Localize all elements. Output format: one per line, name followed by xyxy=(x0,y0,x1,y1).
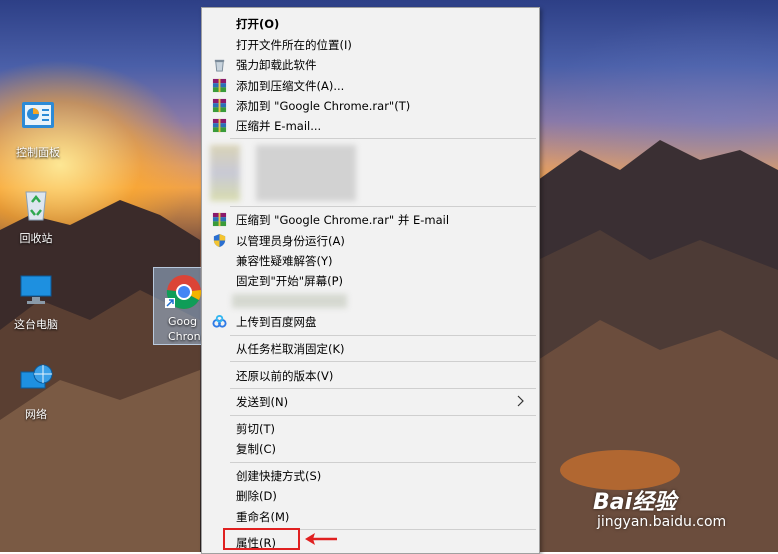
menu-item-label: 重命名(M) xyxy=(236,510,290,524)
menu-item-send-to[interactable]: 发送到(N) xyxy=(202,391,539,411)
menu-item-label: 压缩到 "Google Chrome.rar" 并 E-mail xyxy=(236,213,450,227)
desktop-icon-label: 回收站 xyxy=(19,232,53,245)
annotation-arrow-icon xyxy=(305,533,337,545)
menu-item-unpin-from-taskbar[interactable]: 从任务栏取消固定(K) xyxy=(202,338,539,358)
watermark-url: jingyan.baidu.com xyxy=(597,514,727,530)
desktop-icon-control-panel[interactable]: 控制面板 xyxy=(8,98,68,160)
menu-item-delete[interactable]: 删除(D) xyxy=(202,485,539,505)
menu-item-pin-to-start[interactable]: 固定到"开始"屏幕(P) xyxy=(202,270,539,290)
menu-item-label: 打开(O) xyxy=(236,17,280,31)
menu-separator xyxy=(230,206,536,207)
menu-item-run-as-admin[interactable]: 以管理员身份运行(A) xyxy=(202,230,539,250)
desktop-icon-label: 控制面板 xyxy=(16,146,60,159)
menu-item-compatibility[interactable]: 兼容性疑难解答(Y) xyxy=(202,250,539,270)
desktop-icon-recycle-bin[interactable]: 回收站 xyxy=(6,184,66,246)
menu-item-create-shortcut[interactable]: 创建快捷方式(S) xyxy=(202,465,539,485)
menu-item-label: 添加到 "Google Chrome.rar"(T) xyxy=(236,99,411,113)
menu-item-label: 以管理员身份运行(A) xyxy=(236,234,345,248)
menu-item-label: 强力卸载此软件 xyxy=(236,58,317,72)
control-panel-icon xyxy=(22,102,54,128)
menu-item-label: 上传到百度网盘 xyxy=(236,315,317,329)
menu-item-compress-and-email[interactable]: 压缩并 E-mail... xyxy=(202,115,539,135)
menu-item-cut[interactable]: 剪切(T) xyxy=(202,418,539,438)
menu-item-rename[interactable]: 重命名(M) xyxy=(202,506,539,526)
desktop-icon-label: 这台电脑 xyxy=(14,318,58,331)
menu-item-label: 打开文件所在的位置(I) xyxy=(236,38,352,52)
context-menu: 打开(O) 打开文件所在的位置(I) 强力卸载此软件 添加到压缩文件(A)...… xyxy=(201,7,540,554)
annotation-highlight-box xyxy=(223,528,300,550)
menu-item-add-to-rar[interactable]: 添加到 "Google Chrome.rar"(T) xyxy=(202,95,539,115)
blurred-menu-items xyxy=(208,143,358,203)
menu-item-compress-rar-and-email[interactable]: 压缩到 "Google Chrome.rar" 并 E-mail xyxy=(202,209,539,229)
menu-item-label: 删除(D) xyxy=(236,489,277,503)
menu-separator xyxy=(230,138,536,139)
menu-item-label: 创建快捷方式(S) xyxy=(236,469,322,483)
selected-icon-label-line2: Chron xyxy=(168,330,201,343)
desktop-icon-label: 网络 xyxy=(25,408,47,421)
menu-item-restore-previous-versions[interactable]: 还原以前的版本(V) xyxy=(202,365,539,385)
chrome-icon xyxy=(165,275,202,309)
network-icon xyxy=(20,364,53,389)
selected-icon-label-line1: Goog xyxy=(168,315,197,328)
desktop-icon-this-pc[interactable]: 这台电脑 xyxy=(6,270,66,332)
menu-separator xyxy=(230,388,536,389)
blurred-menu-item xyxy=(232,292,347,310)
menu-item-label: 从任务栏取消固定(K) xyxy=(236,342,345,356)
menu-item-label: 还原以前的版本(V) xyxy=(236,369,334,383)
menu-separator xyxy=(230,335,536,336)
trash-icon xyxy=(214,59,225,72)
menu-item-label: 剪切(T) xyxy=(236,422,275,436)
desktop-icon-network[interactable]: 网络 xyxy=(6,360,66,422)
menu-separator xyxy=(230,361,536,362)
menu-item-open[interactable]: 打开(O) xyxy=(202,13,539,33)
recycle-bin-icon xyxy=(25,191,47,221)
menu-item-label: 兼容性疑难解答(Y) xyxy=(236,254,333,268)
menu-item-copy[interactable]: 复制(C) xyxy=(202,438,539,458)
winrar-icon xyxy=(212,118,227,133)
menu-separator xyxy=(230,415,536,416)
menu-item-add-to-archive[interactable]: 添加到压缩文件(A)... xyxy=(202,75,539,95)
menu-item-label: 添加到压缩文件(A)... xyxy=(236,79,345,93)
menu-item-open-file-location[interactable]: 打开文件所在的位置(I) xyxy=(202,34,539,54)
baidu-jingyan-watermark: Bai经验 jingyan.baidu.com xyxy=(593,484,726,530)
menu-item-label: 复制(C) xyxy=(236,442,277,456)
watermark-brand: Bai经验 xyxy=(593,490,677,515)
menu-item-label: 压缩并 E-mail... xyxy=(236,119,322,133)
winrar-icon xyxy=(212,78,227,93)
this-pc-icon xyxy=(20,275,52,304)
menu-item-upload-baidu-netdisk[interactable]: 上传到百度网盘 xyxy=(202,311,539,331)
menu-item-force-uninstall[interactable]: 强力卸载此软件 xyxy=(202,54,539,74)
chevron-right-icon xyxy=(517,395,524,407)
menu-item-label: 发送到(N) xyxy=(236,395,289,409)
winrar-icon xyxy=(212,212,227,227)
menu-separator xyxy=(230,462,536,463)
menu-item-label: 固定到"开始"屏幕(P) xyxy=(236,274,343,288)
shield-icon xyxy=(213,233,226,248)
desktop-icon-chrome-selected[interactable]: Goog Chron xyxy=(153,267,203,345)
baidu-netdisk-icon xyxy=(212,314,227,328)
selected-icon-label: Goog Chron xyxy=(168,314,201,344)
winrar-icon xyxy=(212,98,227,113)
